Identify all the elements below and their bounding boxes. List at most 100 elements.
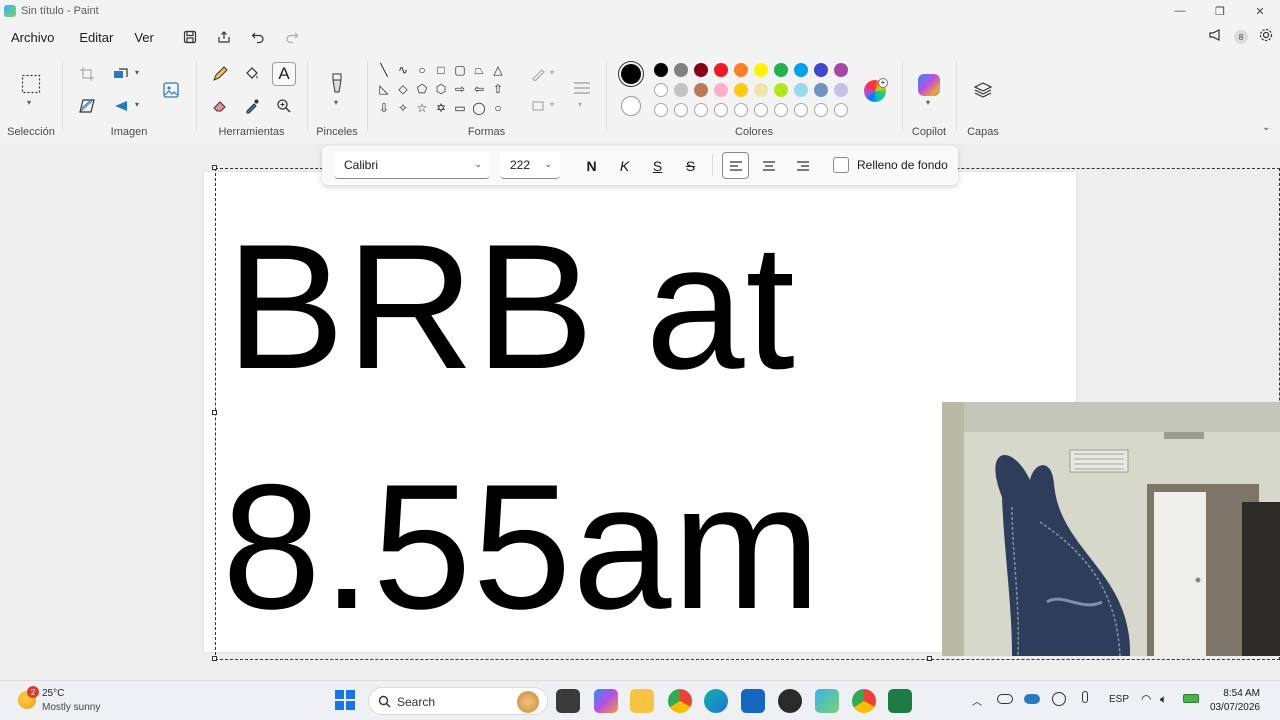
rounded-rectangle-shape-icon[interactable]: ▢ (452, 62, 468, 78)
menu-archivo[interactable]: Archivo (0, 30, 65, 45)
color-swatch[interactable] (794, 83, 808, 97)
triangle-shape-icon[interactable]: △ (490, 62, 506, 78)
onedrive-icon[interactable] (997, 694, 1013, 704)
edge-icon[interactable] (704, 689, 728, 713)
primary-color-button[interactable] (618, 61, 644, 87)
shape-size-icon[interactable] (570, 76, 594, 100)
custom-color-slot[interactable] (714, 103, 728, 117)
custom-color-slot[interactable] (774, 103, 788, 117)
color-swatch[interactable] (754, 83, 768, 97)
custom-color-slot[interactable] (834, 103, 848, 117)
arrow-down-shape-icon[interactable]: ⇩ (376, 100, 392, 116)
resize-handle[interactable] (212, 165, 217, 170)
callout-rect-shape-icon[interactable]: ▭ (452, 100, 468, 116)
custom-color-slot[interactable] (734, 103, 748, 117)
collapse-ribbon-icon[interactable]: ⌄ (1262, 122, 1270, 133)
arrow-up-shape-icon[interactable]: ⇧ (490, 81, 506, 97)
eraser-icon[interactable] (208, 94, 232, 118)
color-swatch[interactable] (654, 83, 668, 97)
color-swatch[interactable] (774, 83, 788, 97)
feedback-icon[interactable] (1208, 27, 1224, 48)
color-swatch[interactable] (734, 83, 748, 97)
chevron-down-icon[interactable]: ▾ (550, 68, 554, 77)
secondary-color-button[interactable] (621, 96, 641, 116)
image-tools-icon[interactable] (159, 78, 183, 102)
color-swatch[interactable] (694, 83, 708, 97)
right-triangle-shape-icon[interactable]: ◺ (376, 81, 392, 97)
redo-icon[interactable] (275, 24, 309, 50)
layers-icon[interactable] (971, 78, 995, 102)
align-left-button[interactable] (722, 152, 749, 179)
share-icon[interactable] (207, 24, 241, 50)
minimize-button[interactable]: — (1160, 0, 1200, 22)
windows-start-icon[interactable] (334, 689, 358, 713)
hexagon-shape-icon[interactable]: ⬡ (433, 81, 449, 97)
chevron-down-icon[interactable]: ▾ (334, 98, 338, 107)
clock-time[interactable]: 8:54 AM (1223, 688, 1260, 699)
outline-icon[interactable] (527, 62, 551, 86)
rotate-icon[interactable] (109, 94, 133, 118)
resize-handle[interactable] (212, 656, 217, 661)
task-view-icon[interactable] (556, 689, 580, 713)
brush-icon[interactable] (325, 72, 349, 96)
menu-editar[interactable]: Editar (65, 30, 124, 45)
select-rectangle-icon[interactable] (19, 72, 43, 96)
clock-date[interactable]: 03/07/2026 (1210, 702, 1260, 713)
color-swatch[interactable] (714, 63, 728, 77)
chevron-down-icon[interactable]: ▾ (926, 98, 930, 107)
chevron-down-icon[interactable]: ▾ (550, 100, 554, 109)
chevron-down-icon[interactable]: ▾ (27, 98, 31, 107)
color-swatch[interactable] (694, 63, 708, 77)
callout-cloud-shape-icon[interactable]: ○ (490, 100, 506, 116)
paint-taskbar-icon[interactable] (815, 689, 839, 713)
save-icon[interactable] (173, 24, 207, 50)
strikethrough-button[interactable]: S (677, 152, 704, 179)
background-fill-checkbox[interactable] (833, 157, 849, 173)
wifi-icon[interactable]: ◠ (1141, 692, 1151, 706)
resize-icon[interactable] (109, 62, 133, 86)
color-swatch[interactable] (654, 63, 668, 77)
credits-badge[interactable]: 8 (1234, 30, 1248, 44)
obs-icon[interactable] (778, 689, 802, 713)
cloud-sync-icon[interactable] (1024, 694, 1040, 704)
italic-button[interactable]: K (611, 152, 638, 179)
underline-button[interactable]: S (644, 152, 671, 179)
font-family-select[interactable]: Calibri ⌄ (334, 152, 490, 179)
shape-fill-icon[interactable] (527, 94, 551, 118)
color-swatch[interactable] (834, 63, 848, 77)
star5-shape-icon[interactable]: ☆ (414, 100, 430, 116)
curve-shape-icon[interactable]: ∿ (395, 62, 411, 78)
resize-handle[interactable] (212, 410, 217, 415)
custom-color-slot[interactable] (794, 103, 808, 117)
star6-shape-icon[interactable]: ✡ (433, 100, 449, 116)
line-shape-icon[interactable]: ╲ (376, 62, 392, 78)
close-button[interactable]: ✕ (1240, 0, 1280, 22)
custom-color-slot[interactable] (654, 103, 668, 117)
security-icon[interactable] (1052, 692, 1066, 706)
chevron-down-icon[interactable]: ▾ (135, 68, 139, 77)
font-size-select[interactable]: 222 ⌄ (500, 152, 560, 179)
color-swatch[interactable] (714, 83, 728, 97)
chevron-down-icon[interactable]: ▾ (135, 100, 139, 109)
copilot-icon[interactable] (918, 74, 940, 96)
crop-icon[interactable] (75, 62, 99, 86)
color-swatch[interactable] (754, 63, 768, 77)
excel-icon[interactable] (888, 689, 912, 713)
language-indicator[interactable]: ESP (1109, 694, 1129, 705)
color-swatch[interactable] (674, 63, 688, 77)
weather-condition[interactable]: Mostly sunny (42, 702, 100, 713)
volume-icon[interactable]: 🔈︎ (1160, 692, 1167, 707)
menu-ver[interactable]: Ver (124, 30, 165, 45)
diamond-shape-icon[interactable]: ◇ (395, 81, 411, 97)
color-swatch[interactable] (814, 83, 828, 97)
fill-bucket-icon[interactable] (240, 62, 264, 86)
resize-handle[interactable] (927, 656, 932, 661)
color-swatch[interactable] (794, 63, 808, 77)
rectangle-shape-icon[interactable]: □ (433, 62, 449, 78)
edit-colors-icon[interactable]: + (864, 78, 888, 102)
chrome-profile-icon[interactable] (852, 689, 876, 713)
custom-color-slot[interactable] (754, 103, 768, 117)
chevron-down-icon[interactable]: ▾ (578, 100, 582, 109)
align-right-button[interactable] (789, 152, 816, 179)
color-swatch[interactable] (814, 63, 828, 77)
